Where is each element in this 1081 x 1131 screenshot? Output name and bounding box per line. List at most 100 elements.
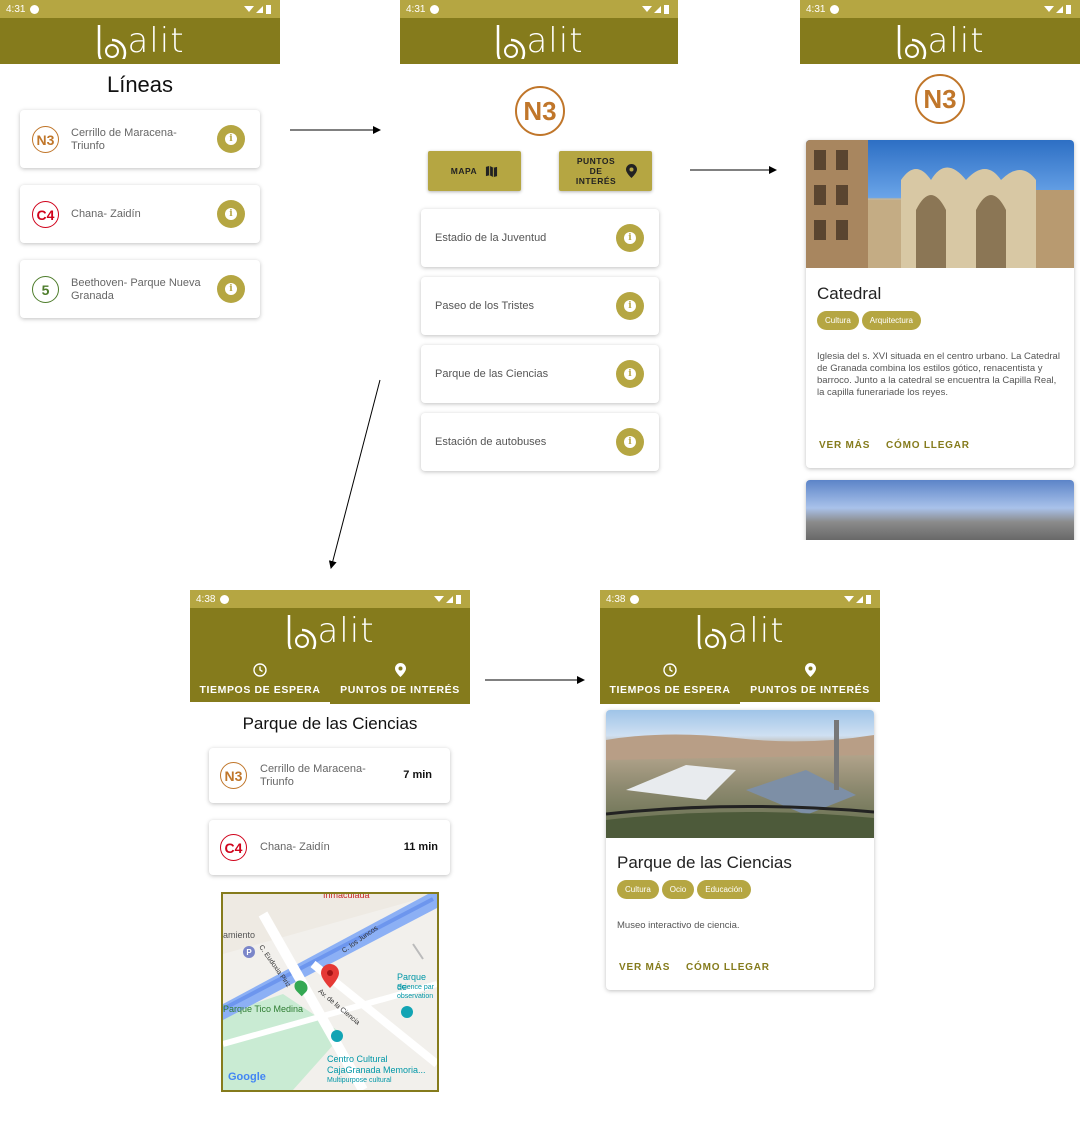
tab-waiting-times[interactable]: TIEMPOS DE ESPERA bbox=[600, 654, 740, 704]
info-icon: i bbox=[624, 368, 636, 380]
info-button[interactable]: i bbox=[217, 200, 245, 228]
stop-name: Parque de las Ciencias bbox=[435, 368, 549, 380]
chip: Educación bbox=[697, 880, 751, 899]
see-more-button[interactable]: VER MÁS bbox=[619, 962, 670, 973]
line-card-5[interactable]: 5 Beethoven- Parque Nueva Granada i bbox=[20, 260, 260, 318]
status-icons bbox=[1044, 4, 1074, 14]
line-name: Chana- Zaidín bbox=[71, 208, 141, 220]
app-bar: alit bbox=[0, 18, 280, 64]
notification-icon bbox=[220, 594, 230, 604]
tab-bar: TIEMPOS DE ESPERA PUNTOS DE INTERÉS bbox=[600, 654, 880, 704]
app-bar: alit bbox=[400, 18, 678, 64]
tab-waiting-times[interactable]: TIEMPOS DE ESPERA bbox=[190, 654, 330, 704]
station-image bbox=[806, 480, 1074, 540]
poi-card-parque[interactable]: Parque de las Ciencias Cultura Ocio Educac… bbox=[606, 710, 874, 990]
info-button[interactable]: i bbox=[217, 125, 245, 153]
status-time: 4:31 bbox=[406, 3, 426, 15]
line-card-c4[interactable]: C4 Chana- Zaidín i bbox=[20, 185, 260, 243]
parking-icon: P bbox=[243, 946, 255, 958]
line-badge-n3: N3 bbox=[220, 762, 247, 789]
map-label-poi2b: CajaGranada Memoria... bbox=[327, 1065, 426, 1075]
tab-label: PUNTOS DE INTERÉS bbox=[340, 683, 460, 696]
poi-button-label: PUNTOS DE INTERÉS bbox=[575, 156, 617, 186]
map-label-poi1c: observation bbox=[397, 993, 434, 1000]
info-button[interactable]: i bbox=[616, 292, 644, 320]
info-button[interactable]: i bbox=[616, 428, 644, 456]
info-icon: i bbox=[225, 208, 237, 220]
map-label-poi1b: Science par bbox=[397, 984, 434, 991]
line-name: Beethoven- Parque Nueva Granada bbox=[71, 277, 201, 302]
map-button-label: MAPA bbox=[450, 166, 478, 176]
info-button[interactable]: i bbox=[616, 360, 644, 388]
map-label-top: Inmaculada bbox=[323, 892, 370, 900]
stop-map[interactable]: Inmaculada amiento P C. Eudoxia Piriz C.… bbox=[221, 892, 439, 1092]
stop-card[interactable]: Parque de las Ciencias i bbox=[421, 345, 659, 403]
app-logo: alit bbox=[695, 613, 784, 649]
app-bar: alit bbox=[800, 18, 1080, 64]
tab-points-of-interest[interactable]: PUNTOS DE INTERÉS bbox=[740, 654, 880, 704]
page-title: Líneas bbox=[106, 72, 174, 97]
stop-name: Paseo de los Tristes bbox=[435, 300, 535, 312]
status-bar: 4:38 bbox=[600, 590, 880, 608]
notification-icon bbox=[30, 4, 40, 14]
tab-points-of-interest[interactable]: PUNTOS DE INTERÉS bbox=[330, 654, 470, 704]
chip: Cultura bbox=[617, 880, 659, 899]
stop-title: Parque de las Ciencias bbox=[242, 714, 418, 733]
parque-image bbox=[606, 710, 874, 838]
status-bar: 4:31 bbox=[800, 0, 1080, 18]
screen-line-detail: 4:31 alit N3 MAPA PUNTOS DE INTERÉS Esta… bbox=[400, 0, 678, 480]
directions-button[interactable]: CÓMO LLEGAR bbox=[886, 440, 970, 451]
status-time: 4:31 bbox=[806, 3, 826, 15]
map-pin-icon bbox=[321, 964, 339, 993]
see-more-button[interactable]: VER MÁS bbox=[819, 440, 870, 451]
status-icons bbox=[244, 4, 274, 14]
catedral-image bbox=[806, 140, 1074, 268]
status-icons bbox=[642, 4, 672, 14]
clock-icon bbox=[663, 662, 677, 677]
screen-stop-waiting: 4:38 alit TIEMPOS DE ESPERA PUNTOS DE IN… bbox=[190, 590, 470, 1100]
stop-card[interactable]: Paseo de los Tristes i bbox=[421, 277, 659, 335]
chip-group: Cultura Arquitectura bbox=[817, 310, 924, 330]
line-badge-c4: C4 bbox=[220, 834, 247, 861]
map-label-left: amiento bbox=[223, 930, 256, 940]
clock-icon bbox=[253, 662, 267, 677]
map-label-poi2c: Multipurpose cultural bbox=[327, 1077, 392, 1084]
arrival-card-c4[interactable]: C4 Chana- Zaidín 11 min bbox=[209, 820, 450, 875]
poi-description: Iglesia del s. XVI situada en el centro … bbox=[817, 351, 1060, 398]
chip-group: Cultura Ocio Educación bbox=[617, 879, 754, 899]
screen-lines: 4:31 alit Líneas N3 Cerrillo de Maracena… bbox=[0, 0, 280, 330]
status-time: 4:38 bbox=[196, 593, 216, 605]
app-logo: alit bbox=[95, 23, 184, 59]
stop-card[interactable]: Estación de autobuses i bbox=[421, 413, 659, 471]
stop-card[interactable]: Estadio de la Juventud i bbox=[421, 209, 659, 267]
location-pin-icon bbox=[394, 662, 406, 677]
arrival-time: 7 min bbox=[403, 769, 432, 781]
info-button[interactable]: i bbox=[616, 224, 644, 252]
tab-bar: TIEMPOS DE ESPERA PUNTOS DE INTERÉS bbox=[190, 654, 470, 704]
notification-icon bbox=[630, 594, 640, 604]
line-badge-n3: N3 bbox=[32, 126, 59, 153]
poi-card-catedral[interactable]: Catedral Cultura Arquitectura Iglesia del… bbox=[806, 140, 1074, 468]
app-bar: alit bbox=[190, 608, 470, 654]
map-button[interactable]: MAPA bbox=[428, 151, 521, 191]
info-icon: i bbox=[624, 232, 636, 244]
poi-card-next[interactable] bbox=[806, 480, 1074, 540]
poi-button[interactable]: PUNTOS DE INTERÉS bbox=[559, 151, 652, 191]
logo-text: alit bbox=[127, 21, 185, 61]
status-icons bbox=[844, 594, 874, 604]
arrival-time: 11 min bbox=[403, 841, 438, 853]
chip: Cultura bbox=[817, 311, 859, 330]
status-icons bbox=[434, 594, 464, 604]
flow-arrow bbox=[328, 379, 381, 569]
poi-title: Catedral bbox=[817, 284, 882, 303]
screen-stop-poi: 4:38 alit TIEMPOS DE ESPERA PUNTOS DE IN… bbox=[600, 590, 880, 1000]
info-icon: i bbox=[624, 436, 636, 448]
status-time: 4:38 bbox=[606, 593, 626, 605]
info-icon: i bbox=[225, 133, 237, 145]
map-icon bbox=[486, 165, 498, 177]
status-time: 4:31 bbox=[6, 3, 26, 15]
arrival-card-n3[interactable]: N3 Cerrillo de Maracena-Triunfo 7 min bbox=[209, 748, 450, 803]
info-button[interactable]: i bbox=[217, 275, 245, 303]
directions-button[interactable]: CÓMO LLEGAR bbox=[686, 962, 770, 973]
line-card-n3[interactable]: N3 Cerrillo de Maracena-Triunfo i bbox=[20, 110, 260, 168]
